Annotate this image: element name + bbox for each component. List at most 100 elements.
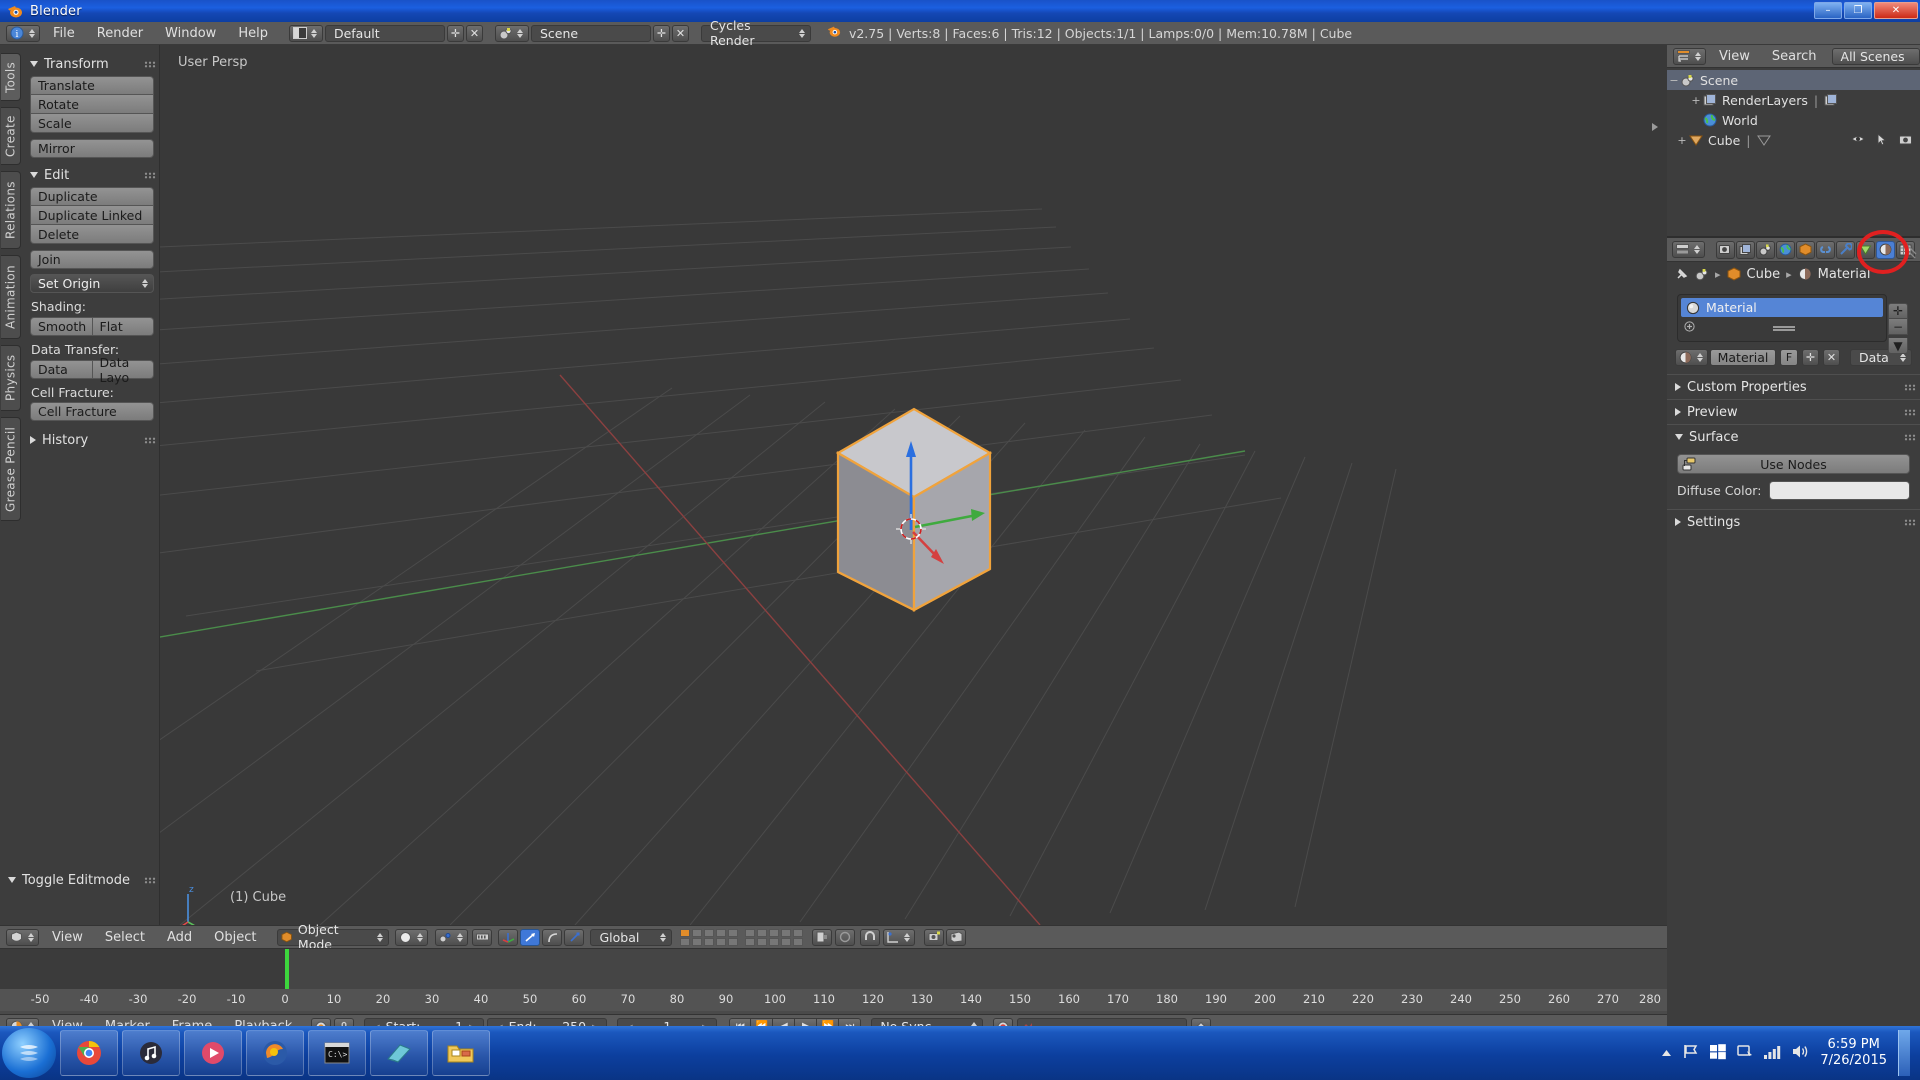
signal-bars-icon[interactable] [1764, 1045, 1781, 1062]
manipulator-rotate-button[interactable] [520, 929, 540, 946]
panel-header-history[interactable]: History [26, 430, 160, 450]
manipulator-translate-button[interactable] [498, 929, 518, 946]
tool-button-rotate[interactable]: Rotate [30, 95, 154, 114]
render-opengl-animation-button[interactable] [946, 929, 966, 946]
pin-icon[interactable] [1675, 267, 1689, 281]
tool-button-scale[interactable]: Scale [30, 114, 154, 133]
delete-scene-button[interactable]: ✕ [672, 25, 689, 42]
properties-tab-material[interactable] [1876, 241, 1895, 259]
show-hidden-arrow-icon[interactable] [1661, 1046, 1672, 1060]
object-cube-icon[interactable] [1727, 267, 1741, 281]
properties-tab-object[interactable] [1796, 241, 1815, 259]
viewport-menu-add[interactable]: Add [156, 927, 203, 948]
tool-button-mirror[interactable]: Mirror [30, 139, 154, 158]
network-icon[interactable] [1737, 1044, 1753, 1062]
panel-grip-icon[interactable] [144, 437, 156, 444]
snap-toggle-button[interactable] [860, 929, 880, 946]
material-browse-spinner[interactable] [1695, 353, 1704, 362]
menu-help[interactable]: Help [227, 23, 279, 44]
scene-browse-button[interactable] [495, 25, 529, 42]
orientation-spinner[interactable] [658, 933, 667, 942]
manipulator-toggle-button[interactable] [472, 929, 492, 946]
info-editor-type-button[interactable]: i [6, 25, 40, 42]
material-sphere-icon[interactable] [1798, 267, 1812, 281]
render-engine-dropdown[interactable]: Cycles Render [701, 25, 811, 42]
layout-spinner[interactable] [310, 29, 319, 38]
properties-tab-render[interactable] [1716, 241, 1735, 259]
outliner-editor-spinner[interactable] [1693, 52, 1702, 61]
sidebar-tab-animation[interactable]: Animation [1, 255, 21, 339]
tool-button-data[interactable]: Data [30, 360, 93, 379]
tool-button-duplicate-linked[interactable]: Duplicate Linked [30, 206, 154, 225]
add-material-slot-button[interactable]: ✛ [1888, 303, 1908, 319]
editor-type-spinner[interactable] [27, 29, 36, 38]
taskbar-item-chrome[interactable] [60, 1030, 118, 1076]
panel-grip-icon[interactable] [144, 61, 156, 68]
close-button[interactable]: ✕ [1874, 2, 1918, 19]
tool-button-duplicate[interactable]: Duplicate [30, 187, 154, 206]
panel-grip-icon[interactable] [1904, 519, 1916, 526]
tool-button-data-layout[interactable]: Data Layo [93, 360, 155, 379]
sidebar-tab-relations[interactable]: Relations [1, 171, 21, 249]
properties-tab-modifiers[interactable] [1836, 241, 1855, 259]
outliner-tree[interactable]: − Scene + RenderLayers | [1667, 68, 1920, 238]
properties-tab-scene[interactable] [1756, 241, 1775, 259]
camera-icon[interactable] [1899, 134, 1912, 145]
show-desktop-button[interactable] [1898, 1030, 1910, 1076]
panel-grip-icon[interactable] [1904, 434, 1916, 441]
expander-icon[interactable]: + [1689, 94, 1703, 107]
render-opengl-viewport-button[interactable] [924, 929, 944, 946]
delete-screen-layout-button[interactable]: ✕ [466, 25, 483, 42]
transform-orientation-dropdown[interactable]: Global [590, 929, 672, 946]
outliner-row-cube[interactable]: + Cube | [1667, 130, 1920, 150]
link-spinner[interactable] [1898, 353, 1907, 362]
shading-spinner[interactable] [415, 933, 424, 942]
scene-layers-widget[interactable] [680, 929, 804, 946]
material-browse-button[interactable] [1675, 349, 1708, 366]
menu-render[interactable]: Render [86, 23, 154, 44]
interaction-mode-dropdown[interactable]: Object Mode [277, 929, 389, 946]
properties-tab-object-data[interactable] [1856, 241, 1875, 259]
menu-file[interactable]: File [42, 23, 86, 44]
taskbar-item-firefox[interactable] [246, 1030, 304, 1076]
fake-user-button[interactable]: F [1780, 349, 1798, 366]
material-name-field[interactable]: Material [1710, 349, 1776, 366]
outliner-row-scene[interactable]: − Scene [1667, 70, 1920, 90]
sidebar-tab-tools[interactable]: Tools [1, 53, 21, 101]
remove-material-slot-button[interactable]: − [1888, 319, 1908, 335]
outliner-row-world[interactable]: World [1667, 110, 1920, 130]
taskbar-item-notepad[interactable] [370, 1030, 428, 1076]
tool-button-shade-flat[interactable]: Flat [93, 317, 155, 336]
manipulator-arc-button[interactable] [542, 929, 562, 946]
volume-icon[interactable] [1792, 1044, 1809, 1062]
taskbar-clock[interactable]: 6:59 PM 7/26/2015 [1820, 1037, 1887, 1069]
outliner-display-mode-dropdown[interactable]: All Scenes [1832, 48, 1920, 65]
new-material-button[interactable]: ✛ [1802, 349, 1819, 366]
outliner-menu-view[interactable]: View [1708, 46, 1761, 67]
material-slot-specials-menu[interactable]: ▼ [1888, 338, 1908, 354]
panel-grip-icon[interactable] [144, 877, 156, 884]
taskbar-item-itunes[interactable] [122, 1030, 180, 1076]
windows-start-orb[interactable] [2, 1028, 56, 1078]
timeline-track[interactable] [0, 949, 1667, 989]
section-header-preview[interactable]: Preview [1667, 399, 1920, 424]
breadcrumb-material-name[interactable]: Material [1818, 267, 1871, 282]
panel-grip-icon[interactable] [1904, 384, 1916, 391]
windows-icon[interactable] [1710, 1044, 1726, 1063]
panel-header-edit[interactable]: Edit [26, 165, 160, 185]
viewport-editor-spinner[interactable] [26, 933, 35, 942]
viewport-shading-button[interactable] [395, 929, 428, 946]
material-slot-add-inline-icon[interactable] [1684, 321, 1695, 336]
tool-button-shade-smooth[interactable]: Smooth [30, 317, 93, 336]
material-slot-list[interactable]: Material [1677, 294, 1887, 342]
snap-element-button[interactable] [883, 929, 915, 946]
properties-editor-spinner[interactable] [1692, 245, 1701, 254]
viewport-menu-object[interactable]: Object [203, 927, 267, 948]
panel-header-toggle-editmode[interactable]: Toggle Editmode [0, 870, 160, 890]
3d-viewport[interactable]: z y User Persp (1) Cube [0, 45, 1667, 925]
tool-button-join[interactable]: Join [30, 250, 154, 269]
properties-tab-render-layers[interactable] [1736, 241, 1755, 259]
add-scene-button[interactable]: ✛ [653, 25, 670, 42]
maximize-button[interactable]: ❐ [1844, 2, 1872, 19]
taskbar-item-media-player[interactable] [184, 1030, 242, 1076]
